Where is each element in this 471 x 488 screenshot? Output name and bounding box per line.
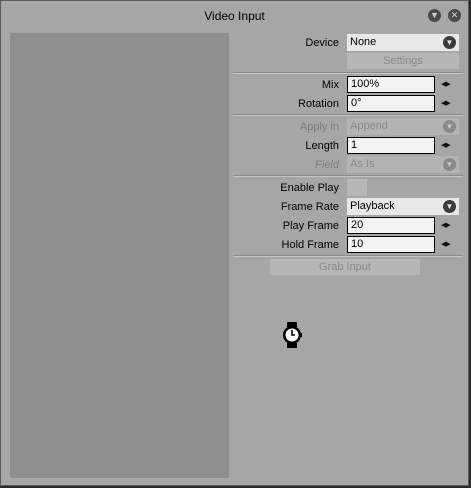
chevron-down-icon: ▼ bbox=[443, 158, 456, 171]
window-title: Video Input bbox=[204, 9, 265, 23]
grab-input-button-label: Grab Input bbox=[319, 261, 371, 273]
rotation-label: Rotation bbox=[298, 98, 339, 110]
frame-rate-value: Playback bbox=[350, 200, 395, 212]
field-value: As Is bbox=[350, 158, 375, 170]
field-dropdown[interactable]: As Is ▼ bbox=[347, 156, 459, 173]
left-right-arrows-icon[interactable]: ◀▶ bbox=[441, 140, 455, 151]
apply-in-dropdown[interactable]: Append ▼ bbox=[347, 118, 459, 135]
device-dropdown[interactable]: None ▼ bbox=[347, 34, 459, 51]
mix-row: Mix 100% ◀▶ bbox=[233, 76, 463, 94]
chevron-down-icon: ▼ bbox=[443, 36, 456, 49]
play-frame-row: Play Frame 20 ◀▶ bbox=[233, 217, 463, 235]
length-label: Length bbox=[305, 140, 339, 152]
settings-button[interactable]: Settings bbox=[347, 53, 459, 69]
video-preview bbox=[10, 33, 229, 478]
left-right-arrows-icon[interactable]: ◀▶ bbox=[441, 98, 455, 109]
apply-in-row: Apply in Append ▼ bbox=[233, 118, 463, 136]
grab-input-button[interactable]: Grab Input bbox=[270, 259, 420, 275]
close-button[interactable]: ✕ bbox=[448, 9, 461, 22]
left-right-arrows-icon[interactable]: ◀▶ bbox=[441, 220, 455, 231]
divider bbox=[233, 175, 463, 177]
device-row: Device None ▼ bbox=[233, 34, 463, 52]
device-label: Device bbox=[305, 37, 339, 49]
play-frame-label: Play Frame bbox=[282, 220, 339, 232]
rotation-row: Rotation 0° ◀▶ bbox=[233, 95, 463, 113]
apply-in-value: Append bbox=[350, 120, 388, 132]
field-row: Field As Is ▼ bbox=[233, 156, 463, 174]
length-field[interactable]: 1 bbox=[347, 137, 435, 154]
hold-frame-label: Hold Frame bbox=[281, 239, 339, 251]
enable-play-checkbox[interactable] bbox=[347, 179, 367, 196]
hold-frame-field[interactable]: 10 bbox=[347, 236, 435, 253]
close-icon: ✕ bbox=[450, 10, 459, 20]
play-frame-field[interactable]: 20 bbox=[347, 217, 435, 234]
mix-field[interactable]: 100% bbox=[347, 76, 435, 93]
device-value: None bbox=[350, 36, 377, 48]
chevron-down-icon: ▼ bbox=[443, 200, 456, 213]
video-input-window: Video Input ▼ ✕ Device None ▼ Settings M… bbox=[0, 0, 469, 486]
enable-play-label: Enable Play bbox=[280, 182, 339, 194]
watch-icon bbox=[283, 322, 302, 348]
settings-button-label: Settings bbox=[383, 55, 423, 67]
left-right-arrows-icon[interactable]: ◀▶ bbox=[441, 79, 455, 90]
field-label: Field bbox=[315, 159, 339, 171]
chevron-down-icon: ▼ bbox=[443, 120, 456, 133]
left-right-arrows-icon[interactable]: ◀▶ bbox=[441, 239, 455, 250]
frame-rate-dropdown[interactable]: Playback ▼ bbox=[347, 198, 459, 215]
enable-play-row: Enable Play bbox=[233, 179, 463, 197]
mix-label: Mix bbox=[321, 79, 339, 91]
length-row: Length 1 ◀▶ bbox=[233, 137, 463, 155]
frame-rate-label: Frame Rate bbox=[280, 201, 339, 213]
rotation-field[interactable]: 0° bbox=[347, 95, 435, 112]
collapse-button[interactable]: ▼ bbox=[428, 9, 441, 22]
divider bbox=[233, 72, 463, 74]
frame-rate-row: Frame Rate Playback ▼ bbox=[233, 198, 463, 216]
chevron-down-icon: ▼ bbox=[430, 10, 439, 20]
apply-in-label: Apply in bbox=[299, 121, 339, 133]
divider bbox=[233, 255, 463, 257]
title-bar[interactable]: Video Input ▼ ✕ bbox=[1, 1, 468, 29]
hold-frame-row: Hold Frame 10 ◀▶ bbox=[233, 236, 463, 254]
divider bbox=[233, 114, 463, 116]
